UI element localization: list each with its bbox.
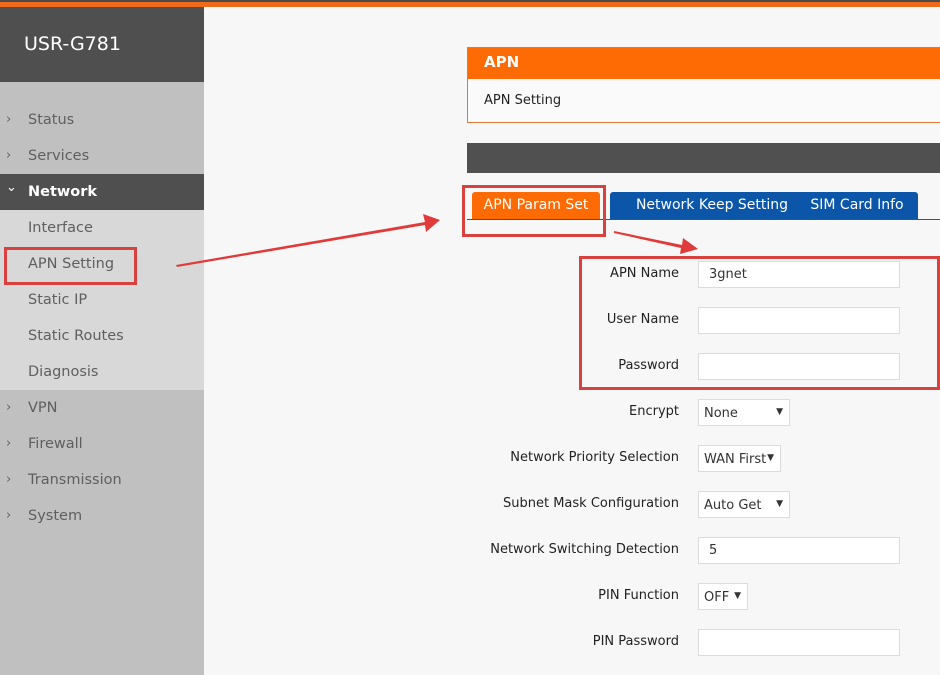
panel-subtitle: APN Setting bbox=[484, 93, 562, 108]
form-row-network-priority: Network Priority Selection WAN First ▼ bbox=[464, 445, 940, 473]
pin-password-label: PIN Password bbox=[592, 634, 679, 649]
network-priority-label: Network Priority Selection bbox=[510, 450, 679, 465]
subnet-mask-value: Auto Get bbox=[704, 498, 762, 513]
pin-function-select[interactable]: OFF ▼ bbox=[698, 583, 748, 610]
chevron-down-icon: ⌄ bbox=[6, 180, 17, 195]
subnet-mask-label: Subnet Mask Configuration bbox=[503, 496, 679, 511]
chevron-right-icon: › bbox=[6, 148, 12, 163]
section-bar bbox=[467, 143, 940, 173]
sidebar-subitem-static-ip[interactable]: Static IP bbox=[0, 282, 204, 318]
tab-network-keep-setting[interactable]: Network Keep Setting bbox=[610, 192, 814, 219]
top-accent-bar bbox=[0, 0, 940, 7]
sidebar-item-label: System bbox=[28, 508, 83, 524]
pin-function-label: PIN Function bbox=[598, 588, 679, 603]
sidebar-subitem-interface[interactable]: Interface bbox=[0, 210, 204, 246]
form-row-pin-function: PIN Function OFF ▼ bbox=[464, 583, 940, 611]
apn-panel: APN APN Setting bbox=[467, 47, 940, 123]
brand-title: USR-G781 bbox=[0, 7, 204, 82]
form-row-subnet-mask: Subnet Mask Configuration Auto Get ▼ bbox=[464, 491, 940, 519]
nav-menu: › Status › Services ⌄ Network Interface APN… bbox=[0, 82, 204, 534]
annotation-highlight-apn-setting bbox=[4, 247, 137, 285]
encrypt-value: None bbox=[704, 406, 738, 421]
dropdown-arrow-icon: ▼ bbox=[767, 453, 774, 463]
dropdown-arrow-icon: ▼ bbox=[776, 407, 783, 417]
chevron-right-icon: › bbox=[6, 472, 12, 487]
sidebar-subitem-static-routes[interactable]: Static Routes bbox=[0, 318, 204, 354]
form-row-pin-password: PIN Password bbox=[464, 629, 940, 657]
chevron-right-icon: › bbox=[6, 508, 12, 523]
switch-detection-label: Network Switching Detection bbox=[490, 542, 679, 557]
form-row-switch-detection: Network Switching Detection 5 bbox=[464, 537, 940, 565]
sidebar-item-label: Firewall bbox=[28, 436, 83, 452]
switch-detection-input[interactable]: 5 bbox=[698, 537, 900, 564]
sidebar-item-label: Network bbox=[28, 184, 98, 200]
chevron-right-icon: › bbox=[6, 400, 12, 415]
sidebar-item-system[interactable]: › System bbox=[0, 498, 204, 534]
sidebar-item-firewall[interactable]: › Firewall bbox=[0, 426, 204, 462]
sidebar-item-label: Transmission bbox=[28, 472, 122, 488]
panel-title: APN bbox=[468, 48, 940, 79]
network-priority-select[interactable]: WAN First ▼ bbox=[698, 445, 781, 472]
annotation-highlight-tab bbox=[462, 185, 606, 237]
sidebar-subitem-diagnosis[interactable]: Diagnosis bbox=[0, 354, 204, 390]
network-submenu: Interface APN Setting Static IP Static R… bbox=[0, 210, 204, 390]
annotation-highlight-form bbox=[579, 256, 940, 390]
pin-function-value: OFF bbox=[704, 590, 730, 605]
sidebar-item-network[interactable]: ⌄ Network bbox=[0, 174, 204, 210]
chevron-right-icon: › bbox=[6, 436, 12, 451]
sidebar-item-status[interactable]: › Status bbox=[0, 102, 204, 138]
subnet-mask-select[interactable]: Auto Get ▼ bbox=[698, 491, 790, 518]
encrypt-select[interactable]: None ▼ bbox=[698, 399, 790, 426]
sidebar: USR-G781 › Status › Services ⌄ Network Inte… bbox=[0, 7, 204, 675]
dropdown-arrow-icon: ▼ bbox=[776, 499, 783, 509]
dropdown-arrow-icon: ▼ bbox=[734, 591, 741, 601]
pin-password-input[interactable] bbox=[698, 629, 900, 656]
sidebar-item-label: Status bbox=[28, 112, 75, 128]
tab-sim-card-info[interactable]: SIM Card Info bbox=[796, 192, 918, 219]
encrypt-label: Encrypt bbox=[629, 404, 679, 419]
sidebar-item-transmission[interactable]: › Transmission bbox=[0, 462, 204, 498]
sidebar-item-vpn[interactable]: › VPN bbox=[0, 390, 204, 426]
main-content: APN APN Setting APN Param Set Network Ke… bbox=[204, 7, 940, 675]
sidebar-item-label: VPN bbox=[28, 400, 58, 416]
chevron-right-icon: › bbox=[6, 112, 12, 127]
sidebar-item-label: Services bbox=[28, 148, 90, 164]
sidebar-item-services[interactable]: › Services bbox=[0, 138, 204, 174]
network-priority-value: WAN First bbox=[704, 452, 767, 467]
form-row-encrypt: Encrypt None ▼ bbox=[464, 399, 940, 427]
